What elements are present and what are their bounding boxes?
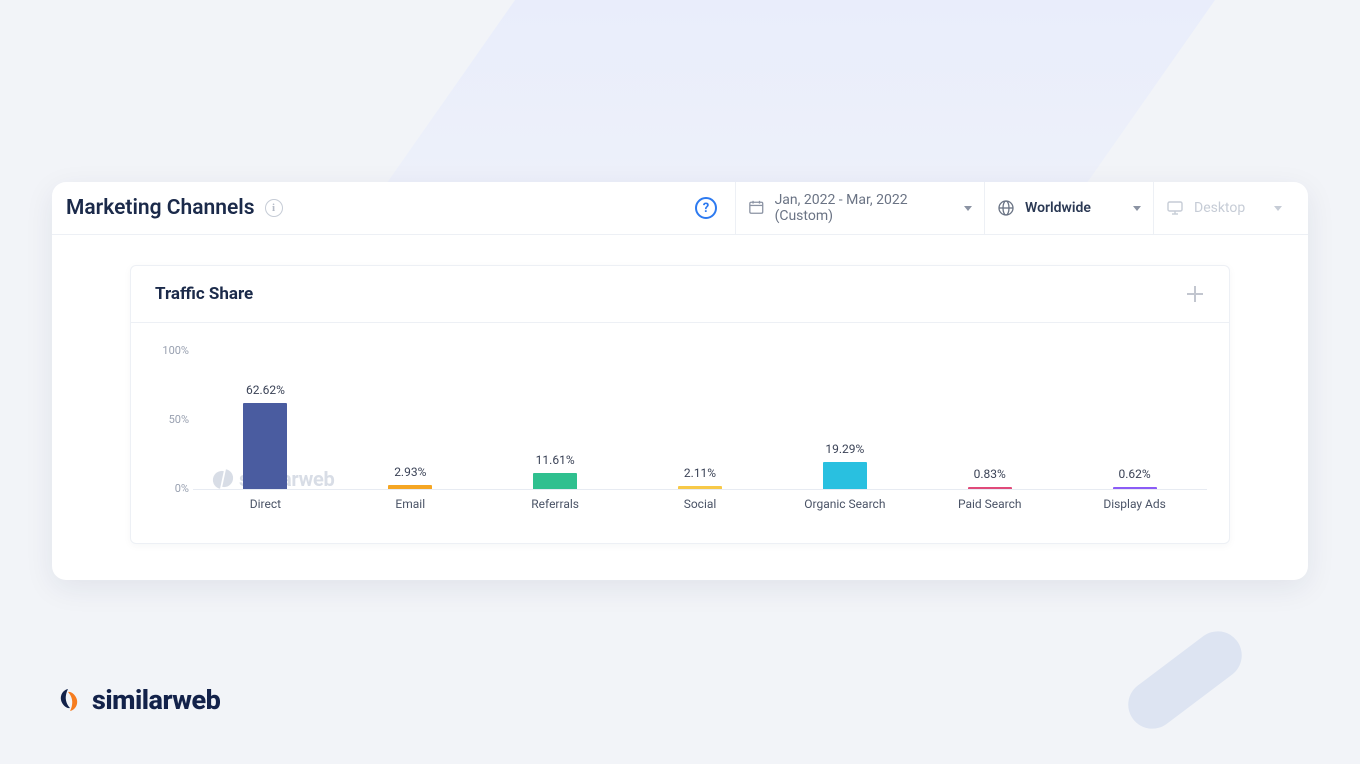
bar-column: 62.62%Direct: [193, 351, 338, 489]
footer-brand: similarweb: [56, 684, 220, 716]
help-icon[interactable]: ?: [695, 197, 717, 219]
bar[interactable]: [678, 486, 722, 489]
page-title: Marketing Channels: [66, 196, 255, 220]
panel-header: Marketing Channels i ? Jan, 2022 - Mar, …: [52, 182, 1308, 235]
bar-column: 2.93%Email: [338, 351, 483, 489]
info-icon[interactable]: i: [265, 199, 283, 217]
bar-category-label: Display Ads: [1103, 497, 1166, 511]
bar-value-label: 19.29%: [825, 442, 864, 456]
bar-column: 0.62%Display Ads: [1062, 351, 1207, 489]
bar-category-label: Paid Search: [958, 497, 1022, 511]
bar-chart: 0%50%100%62.62%Direct2.93%Email11.61%Ref…: [193, 351, 1207, 521]
chevron-down-icon: [1133, 206, 1141, 211]
region-selector[interactable]: Worldwide: [985, 182, 1153, 234]
calendar-icon: [748, 199, 765, 217]
bar-column: 0.83%Paid Search: [917, 351, 1062, 489]
bar-value-label: 0.62%: [1118, 467, 1150, 481]
bar-category-label: Organic Search: [804, 497, 885, 511]
bar[interactable]: [1113, 487, 1157, 489]
bar-value-label: 2.11%: [684, 466, 716, 480]
bar[interactable]: [243, 403, 287, 489]
chart-area: similarweb 0%50%100%62.62%Direct2.93%Ema…: [131, 323, 1229, 543]
similarweb-logo-icon: [56, 687, 82, 713]
region-label: Worldwide: [1025, 200, 1091, 216]
y-tick-label: 100%: [153, 344, 189, 357]
bar-column: 19.29%Organic Search: [772, 351, 917, 489]
bar-value-label: 2.93%: [394, 465, 426, 479]
bar-value-label: 62.62%: [246, 383, 285, 397]
y-tick-label: 50%: [153, 413, 189, 426]
date-range-selector[interactable]: Jan, 2022 - Mar, 2022 (Custom): [736, 182, 984, 234]
baseline: [193, 489, 1207, 490]
bar-value-label: 0.83%: [974, 467, 1006, 481]
bar[interactable]: [533, 473, 577, 489]
bar[interactable]: [388, 485, 432, 489]
card-title: Traffic Share: [155, 284, 253, 304]
date-range-label: Jan, 2022 - Mar, 2022 (Custom): [775, 192, 954, 224]
chevron-down-icon: [964, 206, 972, 211]
footer-brand-text: similarweb: [92, 684, 220, 716]
y-tick-label: 0%: [153, 482, 189, 495]
bars-row: 62.62%Direct2.93%Email11.61%Referrals2.1…: [193, 351, 1207, 489]
traffic-share-card: Traffic Share similarweb 0%50%100%62.62%…: [130, 265, 1230, 544]
bar-column: 2.11%Social: [628, 351, 773, 489]
bar-value-label: 11.61%: [536, 453, 575, 467]
card-header: Traffic Share: [131, 266, 1229, 323]
device-selector[interactable]: Desktop: [1154, 182, 1294, 234]
bar-column: 11.61%Referrals: [483, 351, 628, 489]
bar-category-label: Referrals: [531, 497, 579, 511]
bar[interactable]: [968, 487, 1012, 489]
main-panel: Marketing Channels i ? Jan, 2022 - Mar, …: [52, 182, 1308, 580]
add-icon[interactable]: [1185, 284, 1205, 304]
bar-category-label: Direct: [250, 497, 281, 511]
globe-icon: [997, 199, 1015, 217]
bar-category-label: Social: [684, 497, 717, 511]
bar-category-label: Email: [395, 497, 425, 511]
chevron-down-icon: [1274, 206, 1282, 211]
device-label: Desktop: [1194, 200, 1245, 216]
decorative-pill: [1119, 622, 1252, 739]
monitor-icon: [1166, 199, 1184, 217]
bar[interactable]: [823, 462, 867, 489]
